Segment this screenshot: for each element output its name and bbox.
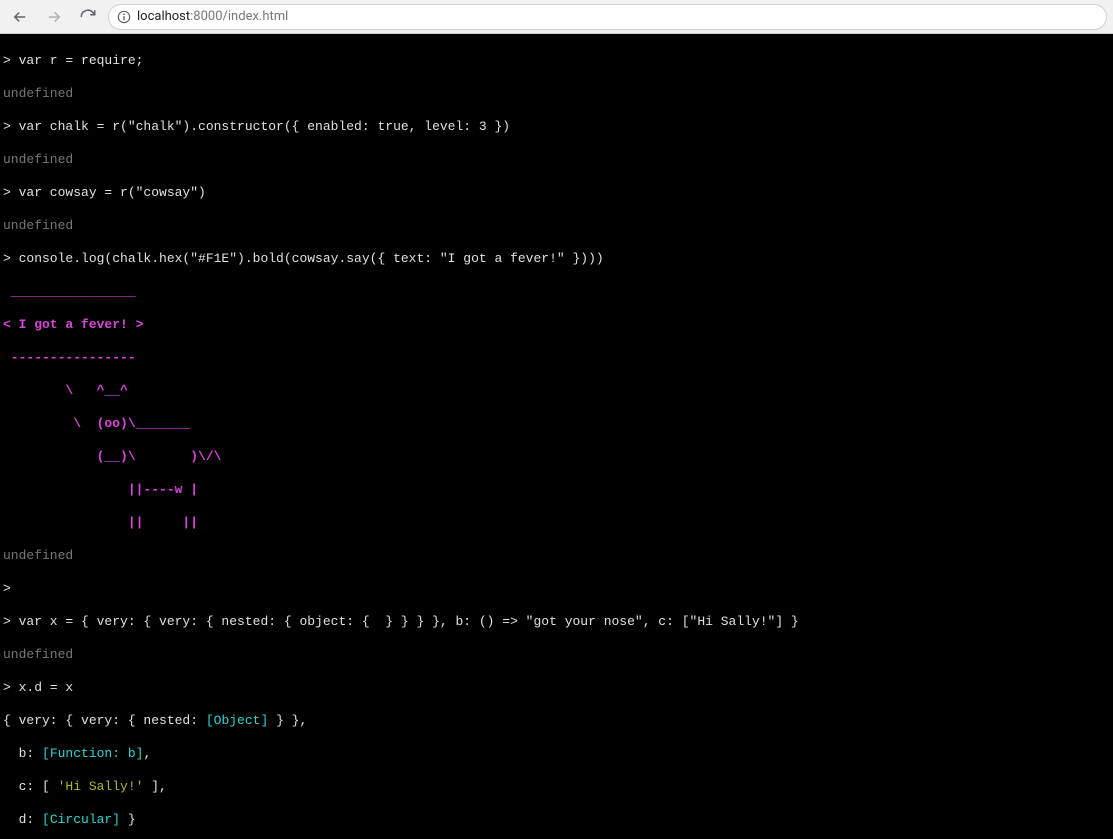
info-icon <box>117 10 131 24</box>
cowsay-line: \ (oo)\_______ <box>3 416 1110 433</box>
repl-input: > <box>3 581 1110 598</box>
repl-output-undefined: undefined <box>3 647 1110 664</box>
repl-output-undefined: undefined <box>3 218 1110 235</box>
repl-input: > var r = require; <box>3 53 1110 70</box>
reload-button[interactable] <box>74 3 102 31</box>
cowsay-line: \ ^__^ <box>3 383 1110 400</box>
repl-input: > console.log(chalk.hex("#F1E").bold(cow… <box>3 251 1110 268</box>
repl-input: > var x = { very: { very: { nested: { ob… <box>3 614 1110 631</box>
address-bar[interactable]: localhost:8000/index.html <box>108 4 1107 30</box>
repl-input: > var cowsay = r("cowsay") <box>3 185 1110 202</box>
cowsay-line: ---------------- <box>3 350 1110 367</box>
repl-output: { very: { very: { nested: [Object] } }, <box>3 713 1110 730</box>
repl-output-undefined: undefined <box>3 86 1110 103</box>
repl-output: d: [Circular] } <box>3 812 1110 829</box>
cowsay-line: ||----w | <box>3 482 1110 499</box>
forward-button[interactable] <box>40 3 68 31</box>
repl-terminal[interactable]: > var r = require; undefined > var chalk… <box>0 34 1113 839</box>
repl-input: > x.d = x <box>3 680 1110 697</box>
reload-icon <box>79 8 97 26</box>
arrow-left-icon <box>11 8 29 26</box>
cowsay-line: ________________ <box>3 284 1110 301</box>
back-button[interactable] <box>6 3 34 31</box>
browser-toolbar: localhost:8000/index.html <box>0 0 1113 34</box>
repl-output-undefined: undefined <box>3 548 1110 565</box>
cowsay-line: < I got a fever! > <box>3 317 1110 334</box>
url-text: localhost:8000/index.html <box>137 9 288 24</box>
repl-output-undefined: undefined <box>3 152 1110 169</box>
repl-output: b: [Function: b], <box>3 746 1110 763</box>
repl-output: c: [ 'Hi Sally!' ], <box>3 779 1110 796</box>
arrow-right-icon <box>45 8 63 26</box>
cowsay-line: (__)\ )\/\ <box>3 449 1110 466</box>
cowsay-line: || || <box>3 515 1110 532</box>
repl-input: > var chalk = r("chalk").constructor({ e… <box>3 119 1110 136</box>
